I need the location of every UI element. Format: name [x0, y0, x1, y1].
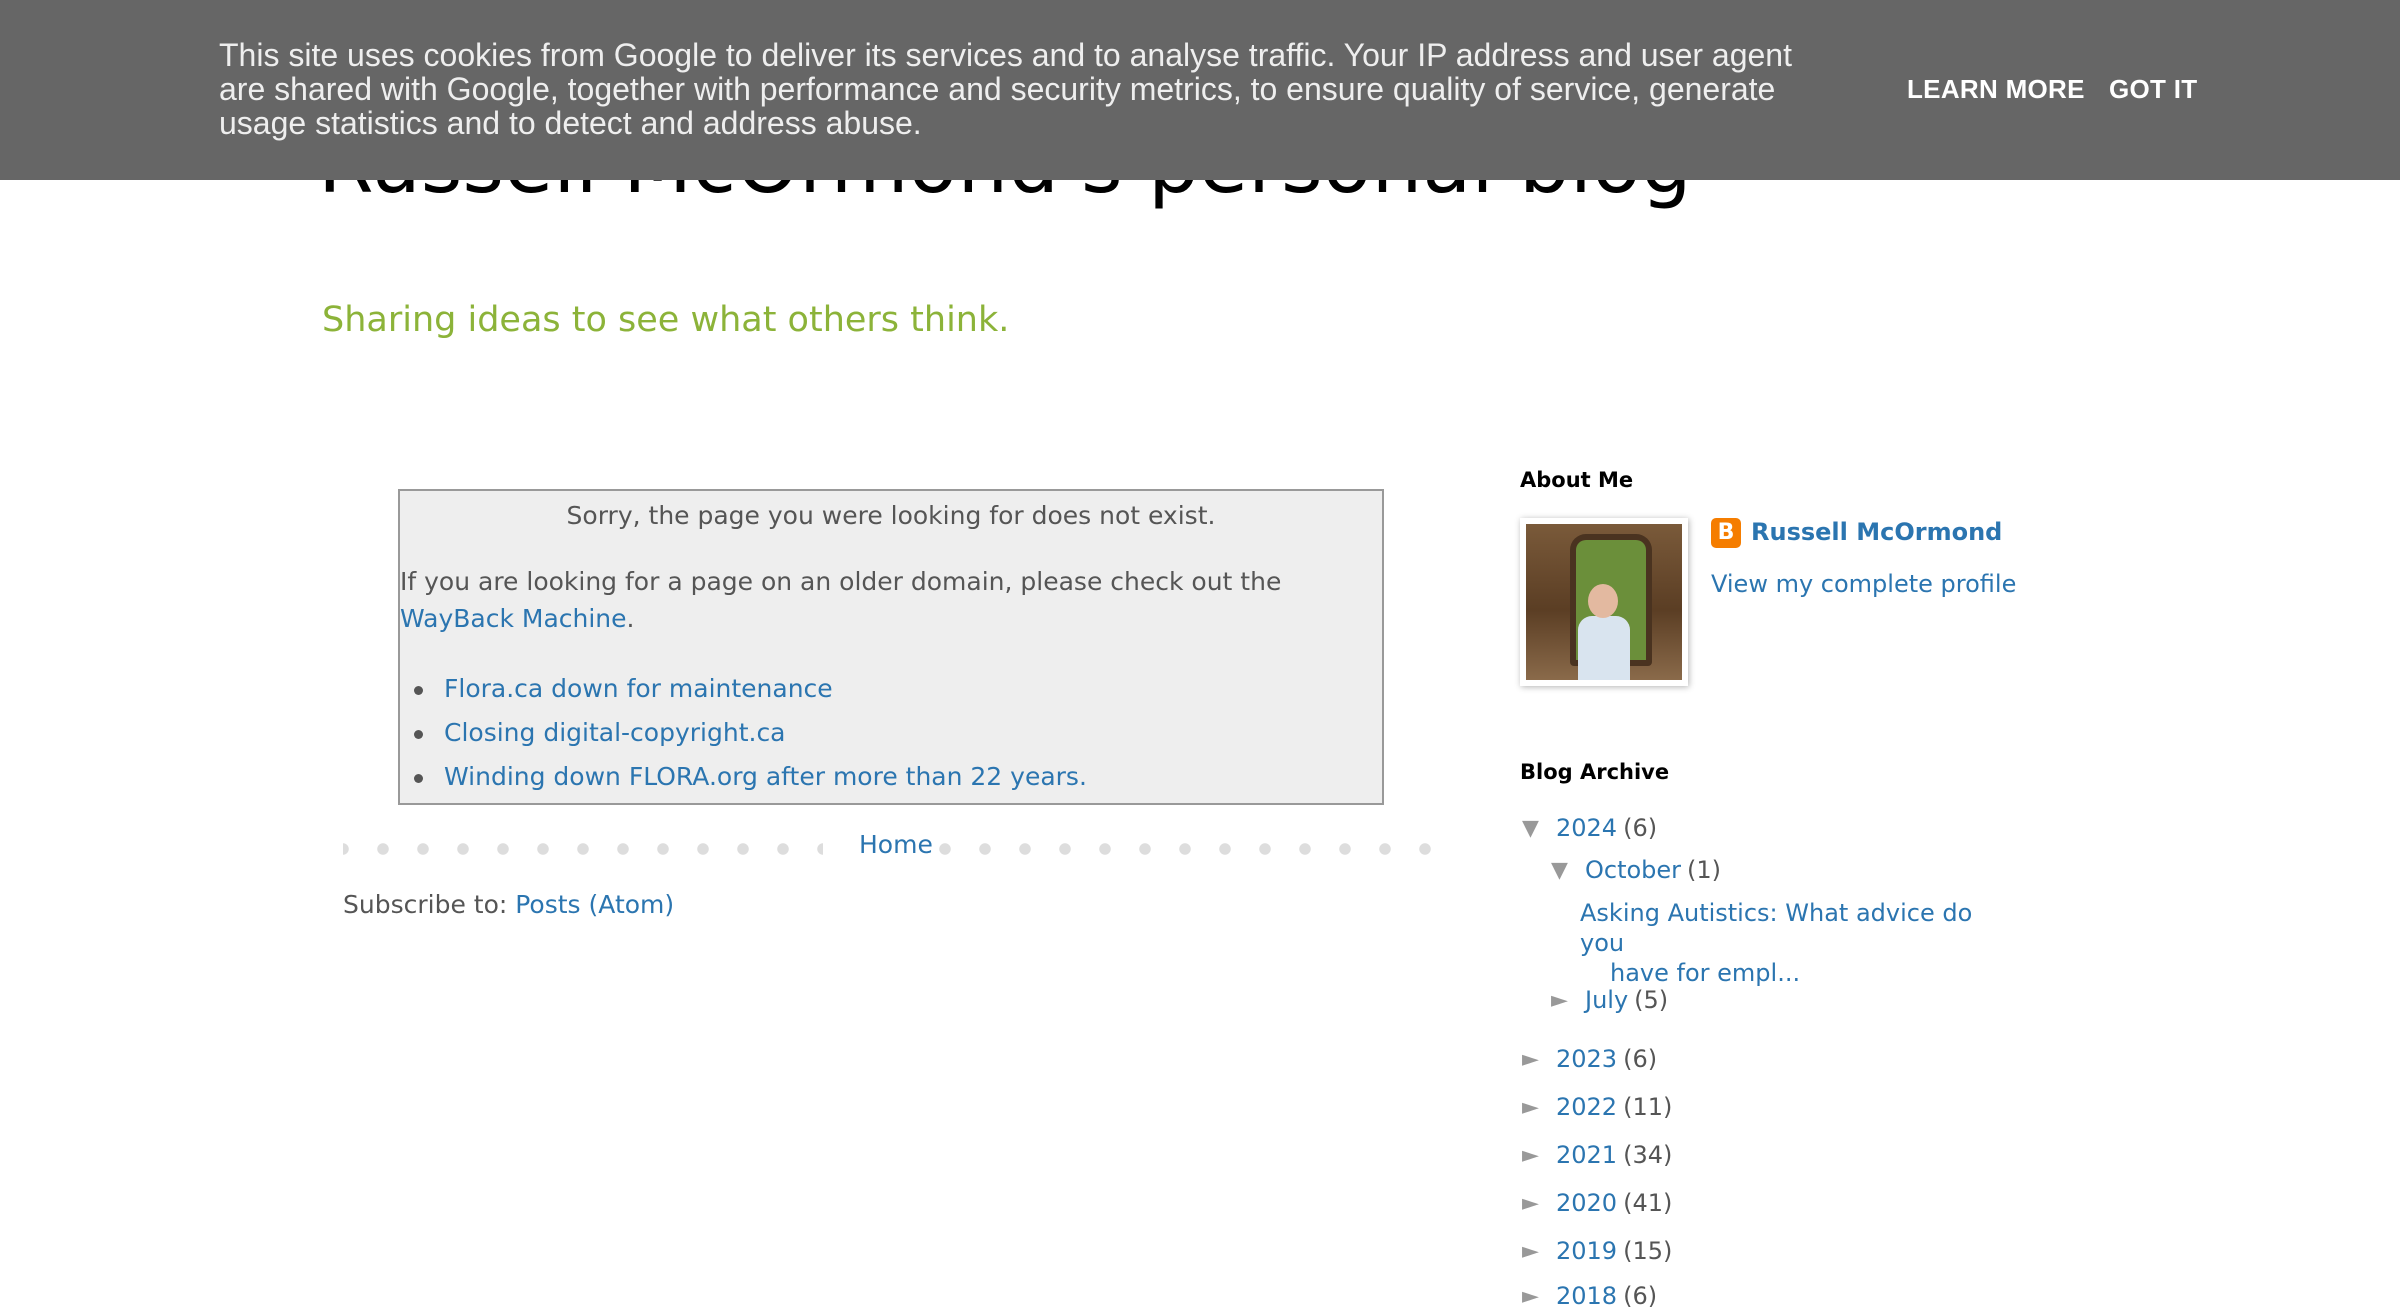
list-item: Closing digital-copyright.ca	[414, 711, 1087, 755]
archive-year-2024: 2024 (6)	[1556, 814, 1657, 842]
photo-person-body	[1578, 616, 1630, 680]
archive-link-2021[interactable]: 2021	[1556, 1141, 1617, 1169]
blogger-icon: B	[1711, 518, 1741, 548]
list-item: Flora.ca down for maintenance	[414, 667, 1087, 711]
archive-link-2023[interactable]: 2023	[1556, 1045, 1617, 1073]
profile-photo[interactable]	[1520, 518, 1688, 686]
expand-arrow-icon[interactable]: ►	[1522, 1284, 1539, 1309]
dotted-divider-left	[343, 843, 823, 855]
archive-link-2022[interactable]: 2022	[1556, 1093, 1617, 1121]
expand-arrow-icon[interactable]: ►	[1522, 1095, 1539, 1120]
expand-arrow-icon[interactable]: ►	[1522, 1047, 1539, 1072]
archive-link-2018[interactable]: 2018	[1556, 1282, 1617, 1310]
got-it-button[interactable]: GOT IT	[2109, 74, 2197, 105]
expand-arrow-icon[interactable]: ►	[1522, 1239, 1539, 1264]
archive-link-july[interactable]: July	[1585, 986, 1628, 1014]
wayback-machine-link[interactable]: WayBack Machine	[400, 604, 627, 633]
cookie-notice-text: This site uses cookies from Google to de…	[219, 37, 1792, 141]
archive-year-2018: 2018 (6)	[1556, 1282, 1657, 1310]
expand-arrow-icon[interactable]: ►	[1522, 1143, 1539, 1168]
archive-count: (41)	[1623, 1189, 1673, 1217]
blog-pager: Home	[343, 830, 1431, 870]
archive-link-october[interactable]: October	[1585, 856, 1681, 884]
collapse-arrow-icon[interactable]: ▼	[1522, 816, 1539, 841]
archive-year-2019: 2019 (15)	[1556, 1237, 1672, 1265]
older-domain-text: If you are looking for a page on an olde…	[400, 567, 1282, 596]
list-item: Winding down FLORA.org after more than 2…	[414, 755, 1087, 799]
archive-count: (5)	[1634, 986, 1669, 1014]
cookie-banner: This site uses cookies from Google to de…	[0, 0, 2400, 180]
archive-year-2022: 2022 (11)	[1556, 1093, 1672, 1121]
archive-count: (15)	[1623, 1237, 1673, 1265]
archive-link-2020[interactable]: 2020	[1556, 1189, 1617, 1217]
archive-count: (6)	[1623, 1045, 1658, 1073]
archive-month-july: July (5)	[1585, 986, 1668, 1014]
suggested-links-list: Flora.ca down for maintenance Closing di…	[414, 667, 1087, 799]
suggested-link-flora-maintenance[interactable]: Flora.ca down for maintenance	[444, 674, 833, 703]
archive-year-2023: 2023 (6)	[1556, 1045, 1657, 1073]
blog-description: Sharing ideas to see what others think.	[322, 300, 1010, 340]
archive-count: (11)	[1623, 1093, 1673, 1121]
archive-link-2019[interactable]: 2019	[1556, 1237, 1617, 1265]
photo-person-head	[1588, 584, 1618, 618]
archive-year-2021: 2021 (34)	[1556, 1141, 1672, 1169]
subscribe-label: Subscribe to:	[343, 890, 516, 919]
view-profile-link[interactable]: View my complete profile	[1711, 570, 2016, 598]
not-found-message: Sorry, the page you were looking for doe…	[566, 501, 1216, 530]
blog-archive-heading: Blog Archive	[1520, 760, 1670, 784]
learn-more-button[interactable]: LEARN MORE	[1907, 74, 2085, 105]
subscribe-line: Subscribe to: Posts (Atom)	[343, 890, 674, 919]
profile-name-link[interactable]: Russell McOrmond	[1751, 518, 2002, 546]
error-message-box: Sorry, the page you were looking for doe…	[398, 489, 1384, 805]
profile-photo-image	[1526, 524, 1682, 680]
post-title-line-2: have for empl...	[1610, 959, 1801, 987]
collapse-arrow-icon[interactable]: ▼	[1551, 858, 1568, 883]
archive-count: (6)	[1623, 814, 1658, 842]
post-title-line-1: Asking Autistics: What advice do you	[1580, 899, 1973, 957]
posts-atom-link[interactable]: Posts (Atom)	[515, 890, 674, 919]
archive-count: (1)	[1687, 856, 1722, 884]
archive-count: (34)	[1623, 1141, 1673, 1169]
archive-post-link[interactable]: Asking Autistics: What advice do you have…	[1580, 898, 2000, 988]
older-domain-note: If you are looking for a page on an olde…	[400, 563, 1360, 637]
suggested-link-closing-digital-copyright[interactable]: Closing digital-copyright.ca	[444, 718, 786, 747]
suggested-link-winding-down-flora[interactable]: Winding down FLORA.org after more than 2…	[444, 762, 1087, 791]
expand-arrow-icon[interactable]: ►	[1551, 988, 1568, 1013]
about-me-heading: About Me	[1520, 468, 1634, 492]
archive-link-2024[interactable]: 2024	[1556, 814, 1617, 842]
archive-month-october: October (1)	[1585, 856, 1721, 884]
archive-year-2020: 2020 (41)	[1556, 1189, 1672, 1217]
dotted-divider-right	[925, 843, 1431, 855]
expand-arrow-icon[interactable]: ►	[1522, 1191, 1539, 1216]
home-link[interactable]: Home	[859, 830, 933, 859]
archive-count: (6)	[1623, 1282, 1658, 1310]
older-domain-period: .	[626, 604, 635, 633]
